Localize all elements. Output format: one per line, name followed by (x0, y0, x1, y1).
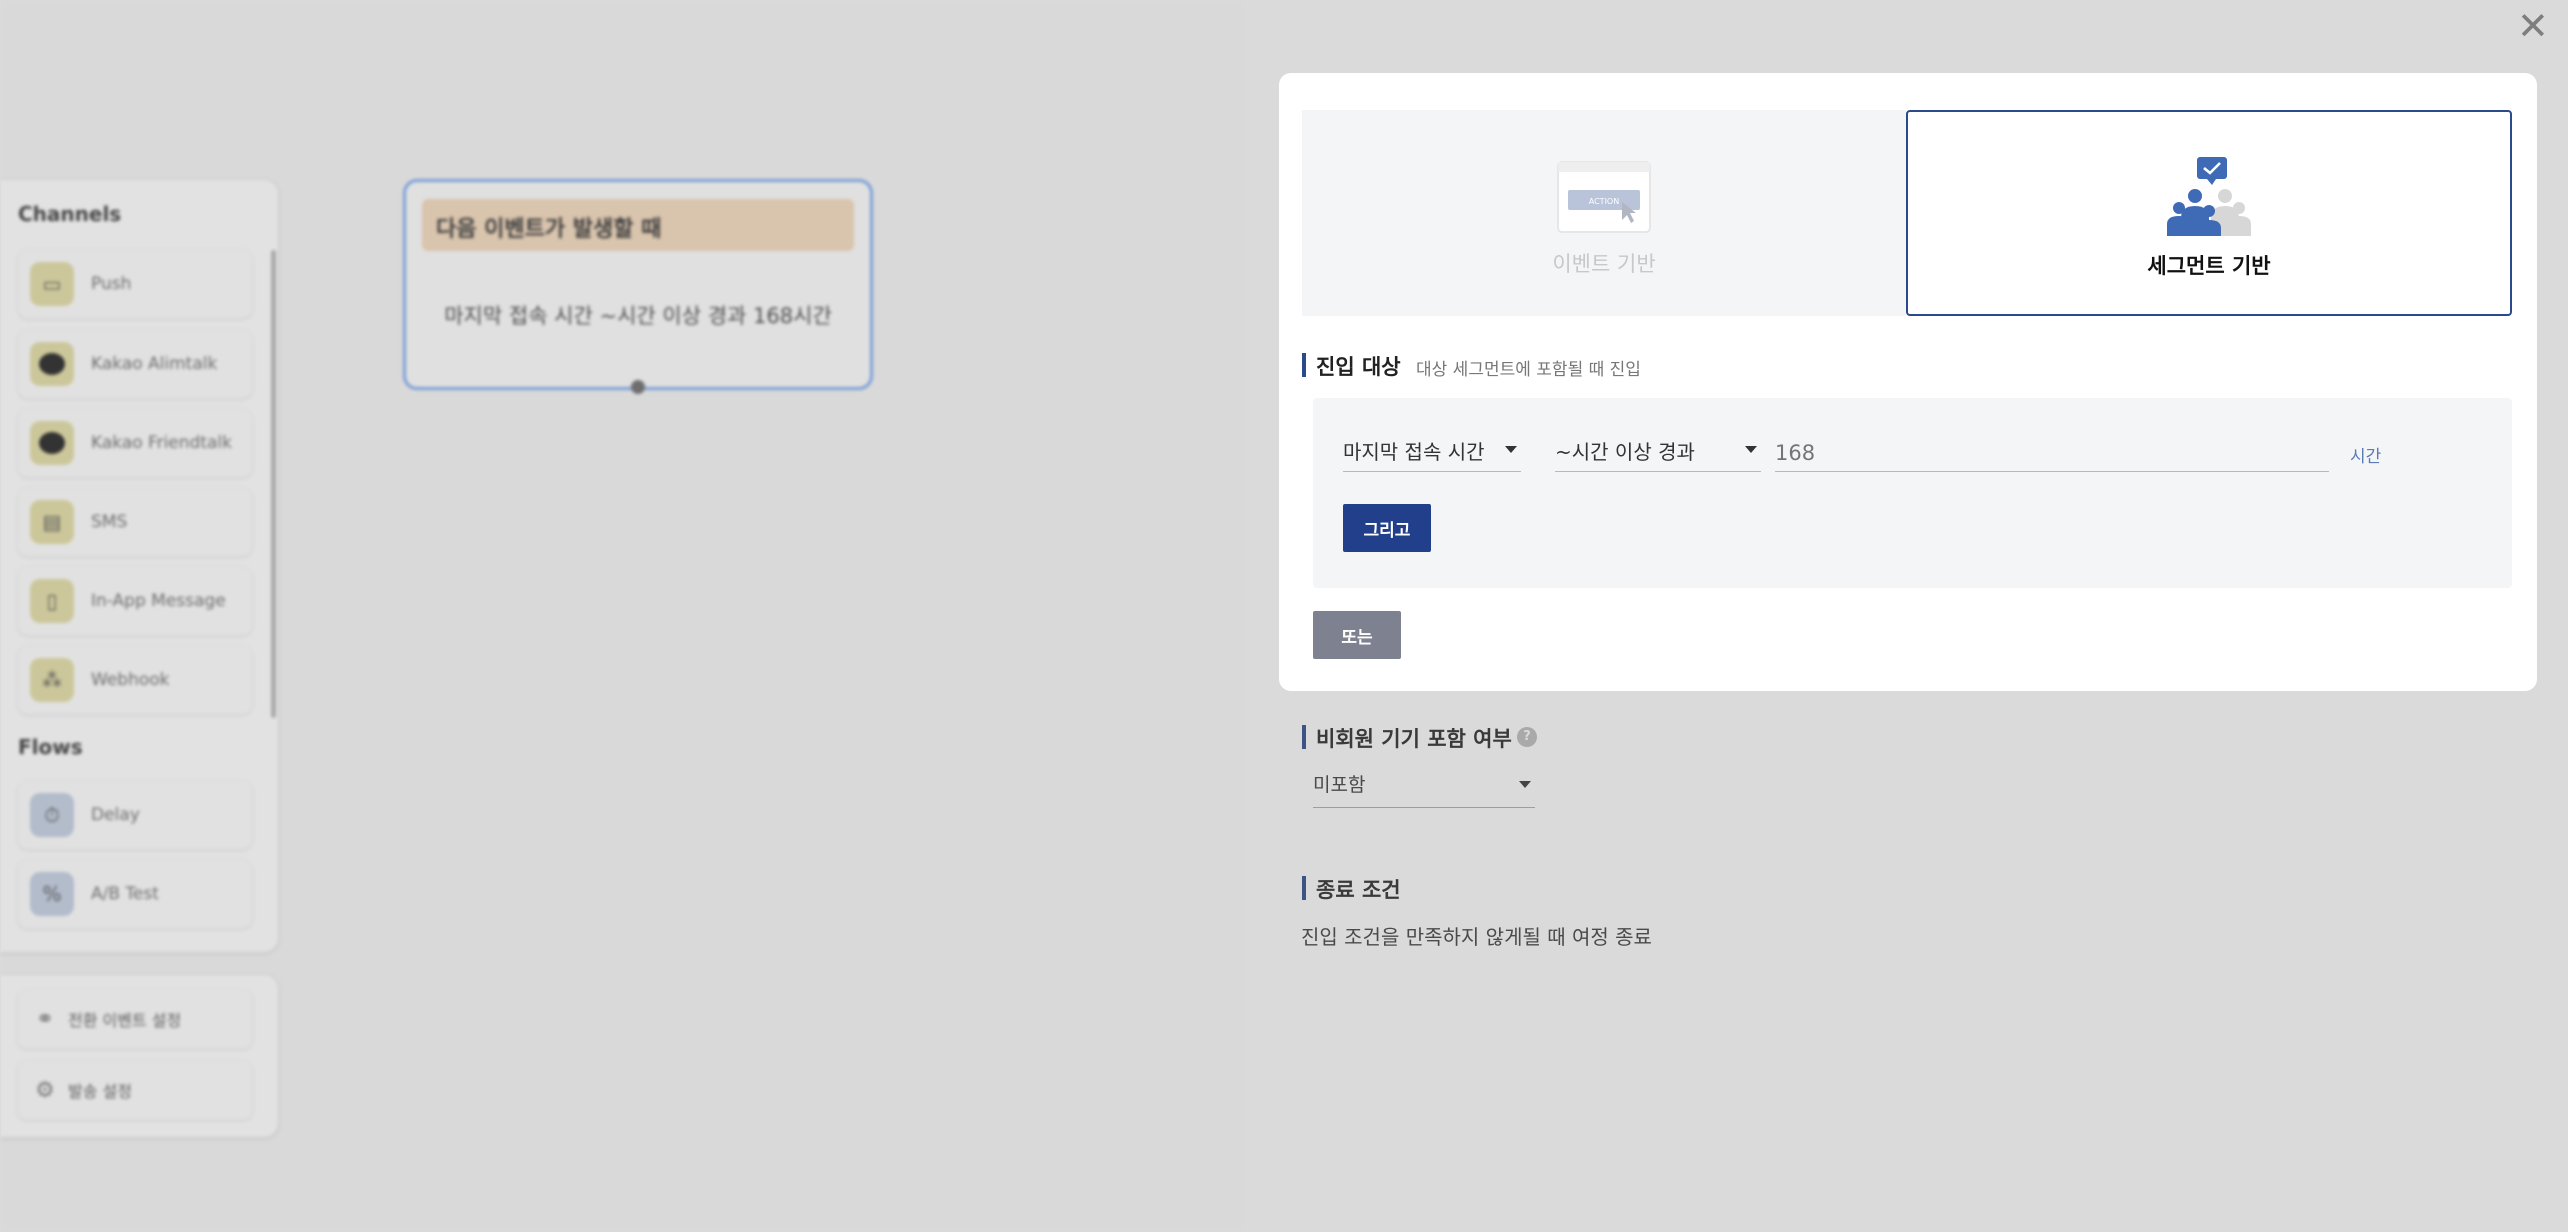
trigger-node[interactable]: 다음 이벤트가 발생할 때 마지막 접속 시간 ~시간 이상 경과 168시간 (403, 179, 873, 394)
event-action-illustration: ACTION (1557, 161, 1651, 233)
non-member-select-value: 미포함 (1313, 774, 1366, 796)
segment-people-icon (2167, 157, 2251, 236)
palette-item-push[interactable]: ▭ Push (18, 250, 252, 318)
event-based-option[interactable]: ACTION 이벤트 기반 (1302, 110, 1906, 316)
palette-item-ab-test[interactable]: % A/B Test (18, 860, 252, 928)
end-condition-title: 종료 조건 (1302, 874, 1401, 904)
chevron-down-icon (1505, 446, 1517, 453)
trigger-node-header: 다음 이벤트가 발생할 때 (422, 199, 854, 251)
palette-item-label: Push (91, 274, 132, 294)
send-settings-button[interactable]: ⚙ 발송 설정 (18, 1061, 252, 1119)
entry-target-title: 진입 대상 (1302, 351, 1401, 381)
palette-item-label: Kakao Alimtalk (91, 354, 218, 374)
in-app-message-icon: ▯ (30, 579, 74, 623)
entry-target-subtitle: 대상 세그먼트에 포함될 때 진입 (1416, 360, 1641, 380)
end-condition-text: 진입 조건을 만족하지 않게될 때 여정 종료 (1301, 925, 1652, 949)
operator-select[interactable]: ~시간 이상 경과 (1555, 432, 1761, 472)
kakao-icon (30, 342, 74, 386)
flows-section-title: Flows (18, 735, 83, 759)
journey-canvas[interactable]: Channels ▭ Push Kakao Alimtalk Kakao Fri… (0, 0, 1247, 1232)
help-icon[interactable]: ? (1517, 727, 1537, 747)
chevron-down-icon (1519, 781, 1531, 788)
palette-item-sms[interactable]: ▤ SMS (18, 488, 252, 556)
trigger-settings-panel: ✕ ACTION 이벤트 기반 세그먼트 기반 진입 대상 대상 세그먼트에 포… (1247, 0, 2568, 1232)
palette-item-in-app-message[interactable]: ▯ In-App Message (18, 567, 252, 635)
trigger-config-card: ACTION 이벤트 기반 세그먼트 기반 진입 대상 대상 세그먼트에 포함될… (1279, 73, 2537, 691)
segment-based-option[interactable]: 세그먼트 기반 (1906, 110, 2512, 316)
chevron-down-icon (1745, 446, 1757, 453)
channels-section-title: Channels (18, 202, 122, 226)
non-member-title: 비회원 기기 포함 여부 (1302, 723, 1512, 753)
conversion-event-label: 전환 이벤트 설정 (68, 1011, 182, 1030)
and-button[interactable]: 그리고 (1343, 504, 1431, 552)
palette-item-label: SMS (91, 512, 128, 532)
palette-item-label: Kakao Friendtalk (91, 433, 232, 453)
svg-text:ACTION: ACTION (1589, 197, 1619, 206)
conversion-event-button[interactable]: ⚭ 전환 이벤트 설정 (18, 990, 252, 1048)
timer-icon: ⏱ (30, 793, 74, 837)
node-connector-handle[interactable] (631, 380, 645, 394)
palette-item-kakao-alimtalk[interactable]: Kakao Alimtalk (18, 330, 252, 398)
attribute-select[interactable]: 마지막 접속 시간 (1343, 432, 1521, 472)
palette-item-label: A/B Test (91, 884, 159, 904)
send-settings-label: 발송 설정 (68, 1082, 132, 1101)
palette-item-label: In-App Message (91, 591, 226, 611)
palette-item-label: Webhook (91, 670, 170, 690)
percent-icon: % (30, 872, 74, 916)
utility-panel: ⚭ 전환 이벤트 설정 ⚙ 발송 설정 (0, 975, 278, 1137)
segment-based-label: 세그먼트 기반 (2147, 254, 2271, 278)
hours-value-input[interactable] (1775, 432, 2329, 472)
or-button[interactable]: 또는 (1313, 611, 1401, 659)
palette-item-delay[interactable]: ⏱ Delay (18, 781, 252, 849)
palette-scrollbar[interactable] (271, 250, 276, 718)
webhook-icon: ⁂ (30, 658, 74, 702)
unit-label: 시간 (2350, 447, 2382, 467)
attribute-select-value: 마지막 접속 시간 (1343, 440, 1485, 464)
kakao-icon (30, 421, 74, 465)
link-icon: ⚭ (35, 1006, 55, 1032)
close-icon[interactable]: ✕ (2517, 4, 2549, 48)
palette-item-kakao-friendtalk[interactable]: Kakao Friendtalk (18, 409, 252, 477)
palette-item-webhook[interactable]: ⁂ Webhook (18, 646, 252, 714)
palette-item-label: Delay (91, 805, 140, 825)
trigger-node-condition: 마지막 접속 시간 ~시간 이상 경과 168시간 (444, 304, 832, 328)
node-palette: Channels ▭ Push Kakao Alimtalk Kakao Fri… (0, 180, 278, 952)
event-based-label: 이벤트 기반 (1552, 252, 1656, 276)
sms-icon: ▤ (30, 500, 74, 544)
gear-icon: ⚙ (35, 1077, 55, 1103)
condition-group: 마지막 접속 시간 ~시간 이상 경과 시간 그리고 (1313, 398, 2512, 588)
operator-select-value: ~시간 이상 경과 (1555, 440, 1695, 464)
push-icon: ▭ (30, 262, 74, 306)
non-member-select[interactable]: 미포함 (1313, 764, 1535, 808)
